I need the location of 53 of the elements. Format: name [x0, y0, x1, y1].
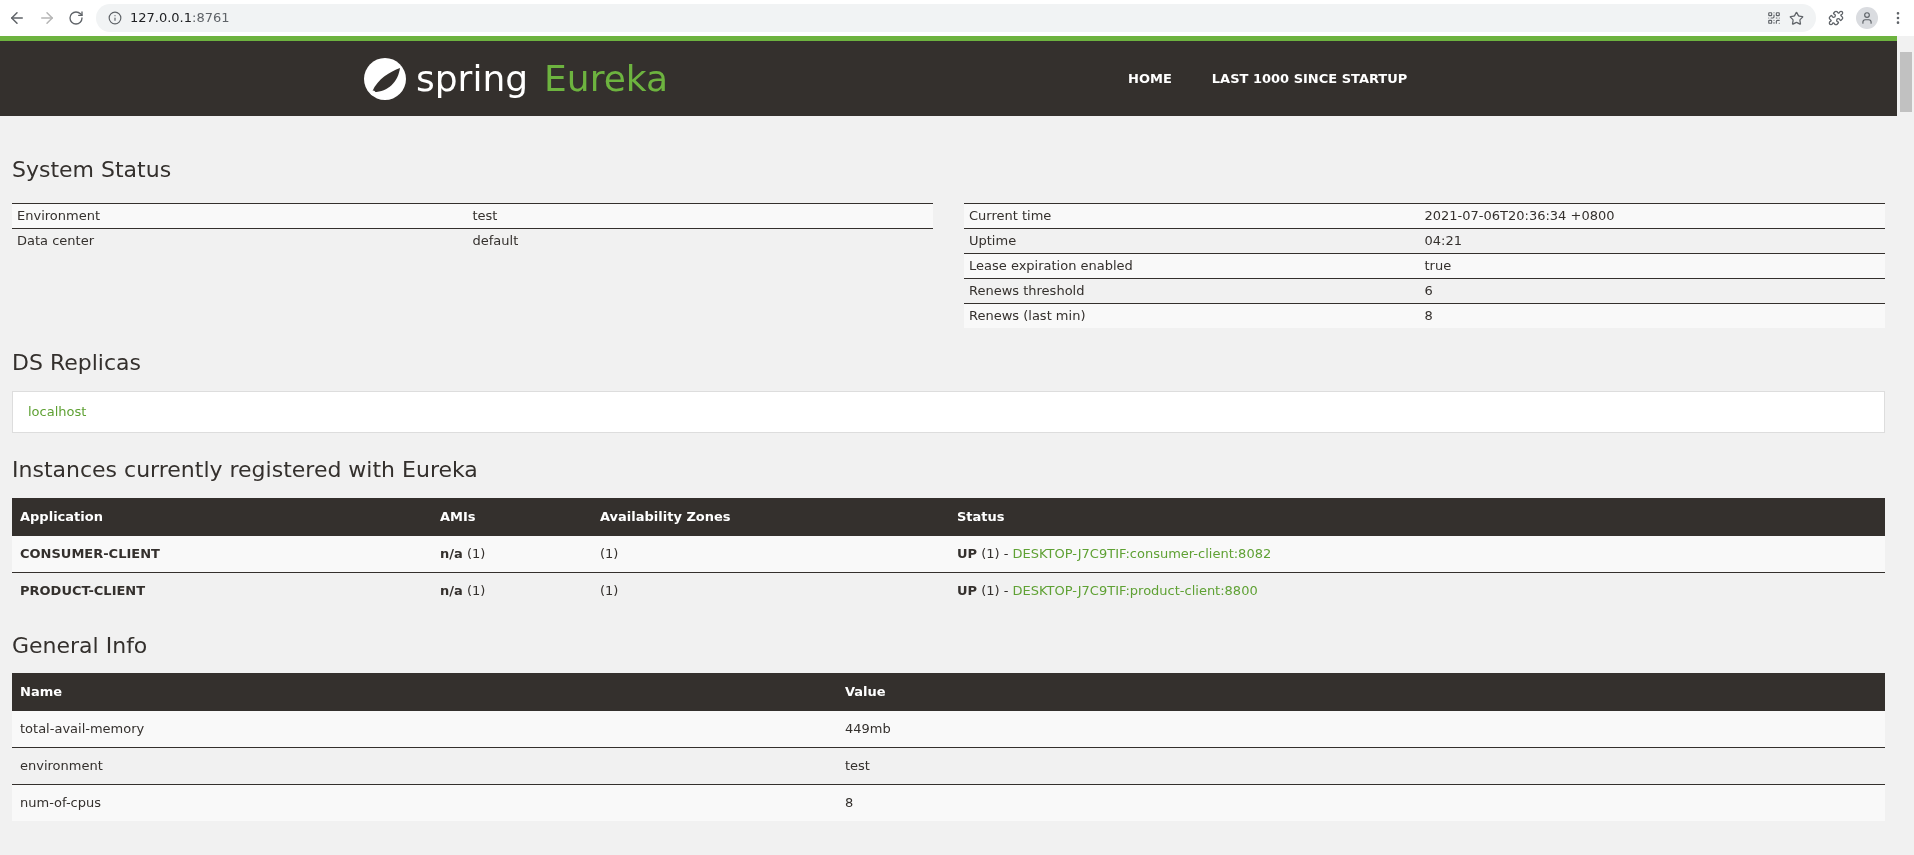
bookmark-star-icon[interactable] [1789, 10, 1804, 26]
status-value: 04:21 [1424, 232, 1463, 251]
address-bar[interactable]: 127.0.0.1:8761 [96, 4, 1816, 32]
url-port: :8761 [192, 9, 230, 28]
info-name: total-avail-memory [20, 720, 146, 739]
url-host: 127.0.0.1 [130, 9, 193, 28]
info-value: 449mb [845, 720, 891, 739]
column-heading: Application [20, 507, 104, 526]
status-label: Lease expiration enabled [968, 257, 1134, 276]
column-heading: Availability Zones [600, 507, 732, 526]
info-icon[interactable] [108, 11, 122, 25]
section-title: System Status [12, 156, 173, 184]
status-value: true [1424, 257, 1453, 276]
status-label: Renews (last min) [968, 307, 1087, 326]
status-label: Uptime [968, 232, 1018, 251]
status-text: UP (1) - [957, 545, 1010, 564]
info-value: test [845, 757, 870, 776]
status-text: UP (1) - [957, 582, 1010, 601]
leaf-logo-icon [362, 55, 408, 102]
status-value: 2021-07-06T20:36:34 +0800 [1424, 207, 1616, 226]
status-label: Current time [968, 207, 1053, 226]
status-value: 6 [1424, 282, 1434, 301]
status-value: default [472, 232, 520, 251]
status-value: 8 [1424, 307, 1434, 326]
zones-cell: (1) [600, 546, 619, 562]
status-value: test [472, 207, 499, 226]
info-value: 8 [845, 794, 854, 813]
column-heading: Value [845, 682, 887, 701]
section-title: Instances currently registered with Eureka [12, 456, 479, 484]
amis-cell: n/a (1) [440, 546, 486, 562]
nav-link[interactable]: LAST 1000 SINCE STARTUP [1211, 68, 1408, 89]
extensions-icon[interactable] [1828, 10, 1844, 26]
section-title: DS Replicas [12, 349, 142, 377]
section-title: General Info [12, 632, 149, 660]
qr-code-icon[interactable] [1767, 11, 1781, 25]
profile-avatar[interactable] [1856, 7, 1878, 29]
status-label: Data center [16, 232, 95, 251]
back-icon[interactable] [8, 9, 26, 27]
column-heading: Name [20, 682, 63, 701]
nav-link[interactable]: HOME [1128, 68, 1172, 89]
info-name: num-of-cpus [20, 794, 102, 813]
application-name: PRODUCT-CLIENT [20, 582, 147, 601]
status-label: Renews threshold [968, 282, 1086, 301]
status-label: Environment [16, 207, 101, 226]
column-heading: Status [957, 507, 1006, 526]
info-name: environment [20, 757, 104, 776]
reload-icon[interactable] [68, 10, 84, 26]
zones-cell: (1) [600, 583, 619, 599]
logo-spring: spring [416, 60, 529, 97]
application-name: CONSUMER-CLIENT [20, 545, 161, 564]
column-heading: AMIs [440, 507, 477, 526]
amis-cell: n/a (1) [440, 583, 486, 599]
logo-eureka: Eureka [544, 60, 669, 97]
